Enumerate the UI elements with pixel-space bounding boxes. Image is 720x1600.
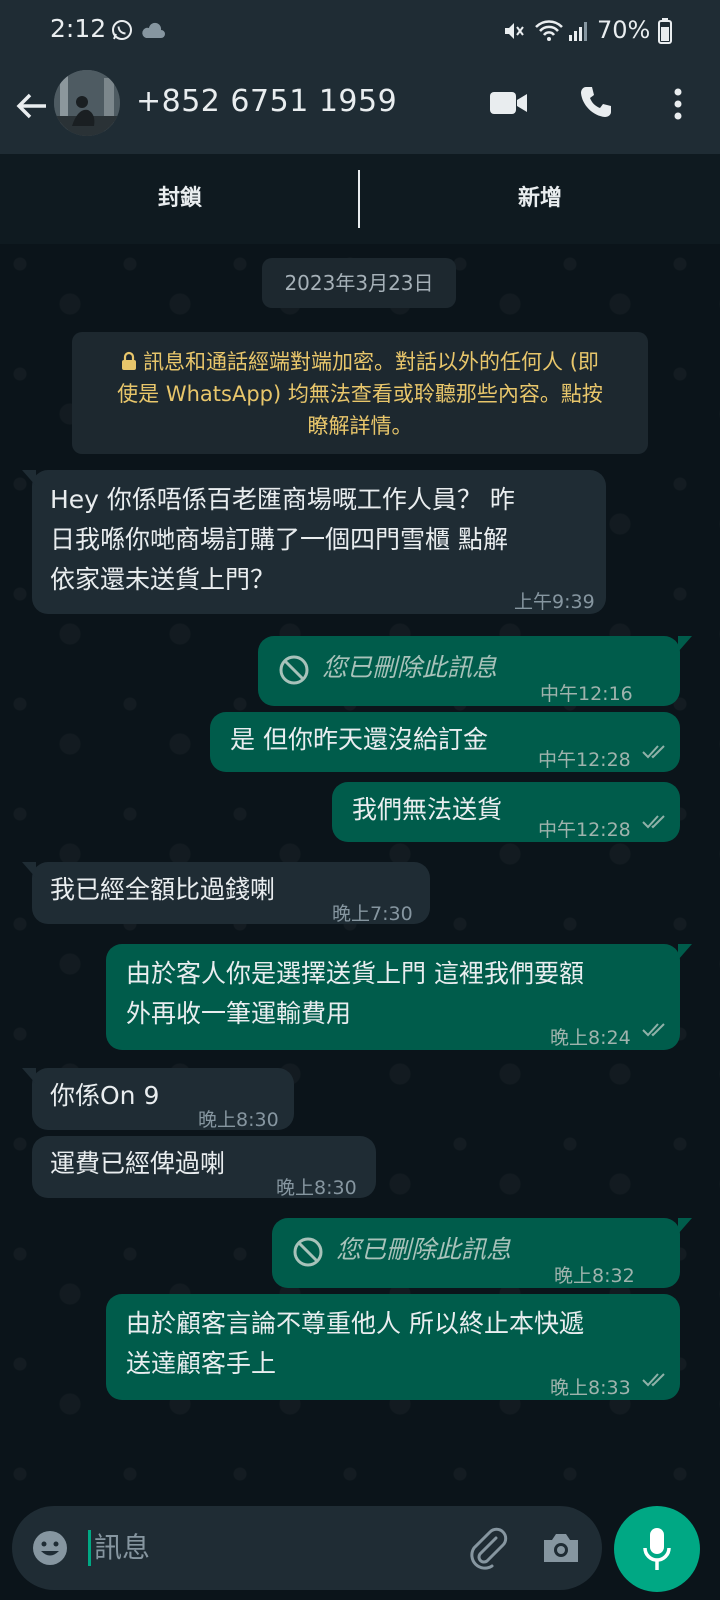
message-text: 你係On 9 xyxy=(50,1081,160,1110)
voice-message-button[interactable] xyxy=(614,1506,700,1592)
message-time: 晚上8:30 xyxy=(198,1109,279,1131)
message-text: 由於客人你是選擇送貨上門 這裡我們要額 xyxy=(126,959,584,988)
cloud-icon xyxy=(142,22,165,38)
message-time: 晚上8:32 xyxy=(554,1265,635,1287)
encryption-notice-line-3: 瞭解詳情。 xyxy=(307,414,413,438)
back-arrow-icon[interactable] xyxy=(12,86,52,126)
mute-icon xyxy=(505,23,524,39)
status-bar: 2:12 70% xyxy=(0,0,720,62)
paperclip-icon[interactable] xyxy=(466,1524,510,1570)
message-text: 我已經全額比過錢喇 xyxy=(50,875,276,904)
double-check-icon xyxy=(642,745,665,759)
message-text: 您已刪除此訊息 xyxy=(322,653,498,682)
message-outgoing[interactable]: 由於顧客言論不尊重他人 所以終止本快遞 送達顧客手上 晚上8:33 xyxy=(106,1294,680,1400)
message-outgoing[interactable]: 我們無法送貨 中午12:28 xyxy=(332,782,680,842)
avatar-photo xyxy=(54,70,120,136)
message-time: 中午12:28 xyxy=(538,749,631,771)
camera-icon[interactable] xyxy=(540,1528,582,1568)
message-time: 中午12:28 xyxy=(538,819,631,841)
chat-area[interactable]: 2023年3月23日 訊息和通話經端對端加密。對話以外的任何人 (即 使是 Wh… xyxy=(0,244,720,1500)
message-time: 晚上8:24 xyxy=(550,1027,631,1049)
message-text: 日我喺你哋商場訂購了一個四門雪櫃 點解 xyxy=(50,525,508,554)
message-text: 您已刪除此訊息 xyxy=(336,1235,512,1264)
message-outgoing-deleted[interactable]: 您已刪除此訊息 中午12:16 xyxy=(258,636,692,706)
message-incoming[interactable]: Hey 你係唔係百老匯商場嘅工作人員？ 昨 日我喺你哋商場訂購了一個四門雪櫃 點… xyxy=(22,470,606,614)
block-button[interactable]: 封鎖 xyxy=(0,154,360,244)
message-outgoing[interactable]: 是 但你昨天還沒給訂金 中午12:28 xyxy=(210,712,680,772)
message-input[interactable] xyxy=(94,1524,374,1570)
message-text: 外再收一筆運輸費用 xyxy=(126,999,352,1028)
message-time: 晚上8:33 xyxy=(550,1377,631,1399)
double-check-icon xyxy=(642,1023,665,1037)
message-incoming[interactable]: 我已經全額比過錢喇 晚上7:30 xyxy=(22,862,430,925)
encryption-notice-line-1: 訊息和通話經端對端加密。對話以外的任何人 (即 xyxy=(90,346,630,378)
encryption-notice-text-1: 訊息和通話經端對端加密。對話以外的任何人 (即 xyxy=(143,350,599,374)
encryption-notice-line-2: 使是 WhatsApp) 均無法查看或聆聽那些內容。點按 xyxy=(117,382,603,406)
message-text: 我們無法送貨 xyxy=(352,795,503,824)
bubble-tail xyxy=(678,944,692,960)
message-time: 晚上8:30 xyxy=(276,1177,357,1199)
encryption-notice[interactable]: 訊息和通話經端對端加密。對話以外的任何人 (即 使是 WhatsApp) 均無法… xyxy=(72,332,648,454)
add-contact-button[interactable]: 新增 xyxy=(360,154,720,244)
more-options-icon[interactable] xyxy=(664,84,692,124)
text-caret xyxy=(88,1530,91,1566)
emoji-icon[interactable] xyxy=(30,1528,70,1568)
bubble-tail xyxy=(678,636,692,652)
blocked-circle-icon xyxy=(293,1237,323,1267)
message-text: 依家還未送貨上門？ xyxy=(50,565,276,594)
double-check-icon xyxy=(642,815,665,829)
microphone-icon xyxy=(643,1528,671,1570)
contact-avatar[interactable] xyxy=(54,70,120,136)
double-check-icon xyxy=(642,1373,665,1387)
wifi-icon xyxy=(535,20,563,41)
date-chip: 2023年3月23日 xyxy=(262,258,456,308)
message-time: 上午9:39 xyxy=(514,591,595,613)
voice-call-icon[interactable] xyxy=(578,84,614,120)
battery-percentage: 70% xyxy=(597,16,651,44)
status-time: 2:12 xyxy=(50,14,107,43)
message-text: 由於顧客言論不尊重他人 所以終止本快遞 xyxy=(126,1309,584,1338)
unknown-contact-actions: 封鎖 新增 xyxy=(0,154,720,244)
video-call-icon[interactable] xyxy=(488,86,530,120)
message-time: 中午12:16 xyxy=(540,683,633,705)
message-incoming[interactable]: 你係On 9 晚上8:30 xyxy=(22,1068,294,1131)
whatsapp-icon xyxy=(112,20,132,40)
message-text: Hey 你係唔係百老匯商場嘅工作人員？ 昨 xyxy=(50,485,515,514)
chat-header: +852 6751 1959 xyxy=(0,62,720,154)
message-text: 是 但你昨天還沒給訂金 xyxy=(230,725,488,754)
message-composer xyxy=(12,1506,602,1590)
message-text: 送達顧客手上 xyxy=(126,1349,277,1378)
signal-icon xyxy=(569,22,587,41)
message-incoming[interactable]: 運費已經俾過喇 晚上8:30 xyxy=(32,1136,376,1199)
message-text: 運費已經俾過喇 xyxy=(50,1149,226,1178)
message-time: 晚上7:30 xyxy=(332,903,413,925)
lock-icon xyxy=(122,351,137,370)
bubble-tail xyxy=(22,1068,36,1084)
message-outgoing-deleted[interactable]: 您已刪除此訊息 晚上8:32 xyxy=(272,1218,692,1288)
battery-icon xyxy=(658,18,672,44)
blocked-circle-icon xyxy=(279,655,309,685)
message-outgoing[interactable]: 由於客人你是選擇送貨上門 這裡我們要額 外再收一筆運輸費用 晚上8:24 xyxy=(106,944,692,1050)
bubble-tail xyxy=(22,470,36,486)
contact-name[interactable]: +852 6751 1959 xyxy=(136,84,397,119)
bubble-tail xyxy=(22,862,36,878)
bubble-tail xyxy=(678,1218,692,1234)
